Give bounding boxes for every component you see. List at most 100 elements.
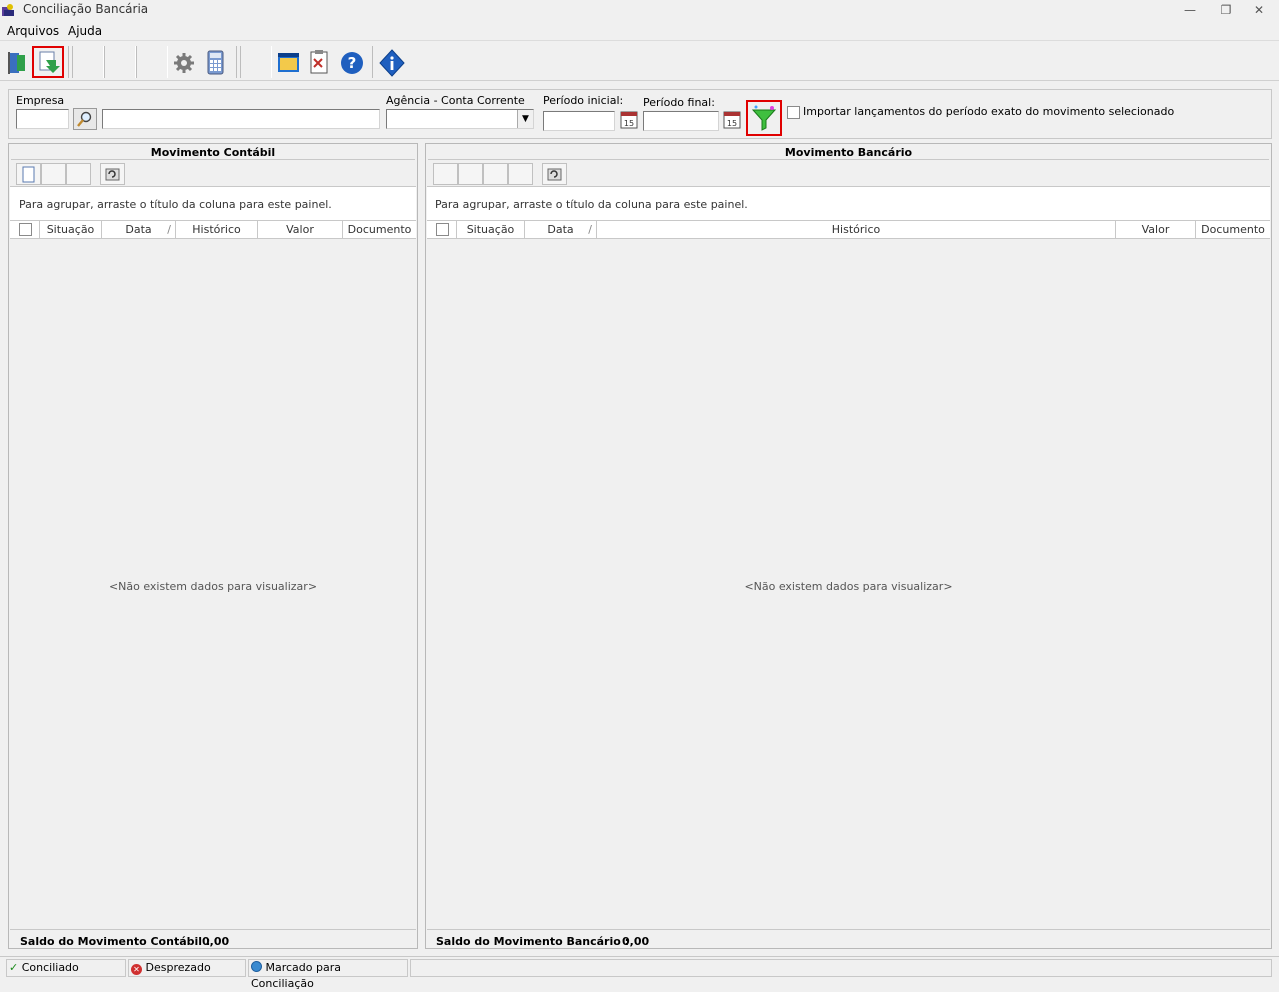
periodo-inicial-input[interactable] — [543, 111, 615, 131]
toolbar-slot-2[interactable] — [104, 46, 136, 78]
exit-door-icon — [8, 52, 25, 74]
import-button[interactable] — [32, 46, 64, 78]
error-icon: ✕ — [131, 964, 142, 975]
new-document-button[interactable] — [16, 163, 41, 185]
saldo-value: 0,00 — [202, 935, 230, 948]
empresa-label: Empresa — [16, 94, 65, 107]
info-button[interactable] — [376, 46, 408, 78]
group-by-panel[interactable]: Para agrupar, arraste o título da coluna… — [10, 186, 416, 221]
check-icon: ✓ — [9, 961, 19, 974]
empresa-name-input[interactable] — [102, 109, 380, 129]
periodo-final-input[interactable] — [643, 111, 719, 131]
saldo-label: Saldo do Movimento Contábil : — [20, 935, 211, 948]
group-by-panel[interactable]: Para agrupar, arraste o título da coluna… — [427, 186, 1270, 221]
import-icon — [39, 51, 60, 73]
calculator-button[interactable] — [199, 46, 231, 78]
agencia-label: Agência - Conta Corrente — [386, 94, 525, 107]
chevron-down-icon[interactable]: ▼ — [517, 110, 533, 128]
menu-bar: Arquivos Ajuda — [0, 21, 1279, 41]
group-hint: Para agrupar, arraste o título da coluna… — [435, 198, 748, 211]
minimize-button[interactable]: — — [1177, 2, 1203, 18]
saldo-label: Saldo do Movimento Bancário : — [436, 935, 630, 948]
menu-ajuda[interactable]: Ajuda — [68, 24, 102, 38]
calendar-icon: 15 — [620, 111, 638, 129]
agencia-select[interactable]: ▼ — [386, 109, 534, 129]
grid-body[interactable]: <Não existem dados para visualizar> — [427, 240, 1270, 930]
calendar-inicial-button[interactable]: 15 — [619, 110, 639, 130]
column-valor[interactable]: Valor — [258, 221, 343, 239]
restore-button[interactable]: ❐ — [1213, 2, 1239, 18]
refresh-button[interactable] — [542, 163, 567, 185]
pane-tb-slot-4[interactable] — [508, 163, 533, 185]
help-button[interactable]: ? — [336, 46, 368, 78]
window-button[interactable] — [272, 46, 304, 78]
pane-title: Movimento Contábil — [150, 146, 276, 159]
import-exact-period-label: Importar lançamentos do período exato do… — [803, 105, 1175, 118]
app-icon — [1, 3, 15, 17]
column-data[interactable]: Data / — [525, 221, 597, 239]
svg-text:15: 15 — [727, 119, 737, 128]
sort-icon: / — [588, 223, 592, 236]
toolbar: ? — [0, 43, 1279, 81]
info-icon — [379, 49, 405, 77]
column-documento[interactable]: Documento — [1196, 221, 1270, 239]
column-data[interactable]: Data / — [102, 221, 176, 239]
column-documento[interactable]: Documento — [343, 221, 416, 239]
select-all-column[interactable] — [427, 221, 457, 239]
grid-header: Situação Data / Histórico Valor Documento — [10, 221, 416, 239]
document-icon — [22, 166, 35, 183]
calculator-icon — [207, 50, 224, 75]
status-conciliado: ✓ Conciliado — [6, 959, 126, 977]
grid-header: Situação Data / Histórico Valor Documento — [427, 221, 1270, 239]
svg-text:15: 15 — [624, 119, 634, 128]
title-bar: Conciliação Bancária — ❐ ✕ — [0, 0, 1279, 20]
toolbar-slot-3[interactable] — [136, 46, 168, 78]
pane-tb-slot-2[interactable] — [66, 163, 91, 185]
pane-toolbar — [16, 163, 156, 185]
status-marcado: Marcado para Conciliação — [248, 959, 408, 990]
pane-title: Movimento Bancário — [784, 146, 913, 159]
pane-tb-slot-1[interactable] — [41, 163, 66, 185]
group-hint: Para agrupar, arraste o título da coluna… — [19, 198, 332, 211]
exit-button[interactable] — [1, 46, 33, 78]
close-button[interactable]: ✕ — [1246, 2, 1272, 18]
toolbar-slot-4[interactable] — [240, 46, 272, 78]
window-title: Conciliação Bancária — [23, 2, 149, 16]
column-valor[interactable]: Valor — [1116, 221, 1196, 239]
status-bar: ✓ Conciliado ✕ Desprezado Marcado para C… — [0, 956, 1279, 990]
pane-tb-slot-3[interactable] — [483, 163, 508, 185]
select-all-column[interactable] — [10, 221, 40, 239]
calendar-final-button[interactable]: 15 — [722, 110, 742, 130]
svg-text:?: ? — [348, 54, 357, 72]
empresa-code-input[interactable] — [16, 109, 69, 129]
menu-arquivos[interactable]: Arquivos — [7, 24, 59, 38]
sort-icon: / — [167, 223, 171, 236]
empresa-search-button[interactable] — [73, 108, 97, 130]
settings-button[interactable] — [168, 46, 200, 78]
column-situacao[interactable]: Situação — [40, 221, 102, 239]
periodo-final-label: Período final: — [643, 96, 715, 109]
calendar-icon: 15 — [723, 111, 741, 129]
help-icon: ? — [341, 52, 363, 74]
refresh-icon — [105, 168, 120, 181]
select-all-checkbox[interactable] — [19, 223, 32, 236]
radio-dot-icon — [251, 961, 262, 972]
import-exact-period-checkbox[interactable] — [787, 106, 800, 119]
pane-tb-slot-1[interactable] — [433, 163, 458, 185]
select-all-checkbox[interactable] — [436, 223, 449, 236]
column-historico[interactable]: Histórico — [176, 221, 258, 239]
periodo-inicial-label: Período inicial: — [543, 94, 624, 107]
status-desprezado: ✕ Desprezado — [128, 959, 246, 977]
refresh-button[interactable] — [100, 163, 125, 185]
toolbar-slot-1[interactable] — [72, 46, 104, 78]
pane-tb-slot-2[interactable] — [458, 163, 483, 185]
funnel-icon — [751, 105, 777, 131]
filter-button[interactable] — [746, 100, 782, 136]
pane-toolbar — [433, 163, 583, 185]
search-icon — [77, 111, 92, 127]
window-icon — [278, 53, 299, 72]
column-situacao[interactable]: Situação — [457, 221, 525, 239]
column-historico[interactable]: Histórico — [597, 221, 1116, 239]
grid-body[interactable]: <Não existem dados para visualizar> — [10, 240, 416, 930]
report-button[interactable] — [303, 46, 335, 78]
